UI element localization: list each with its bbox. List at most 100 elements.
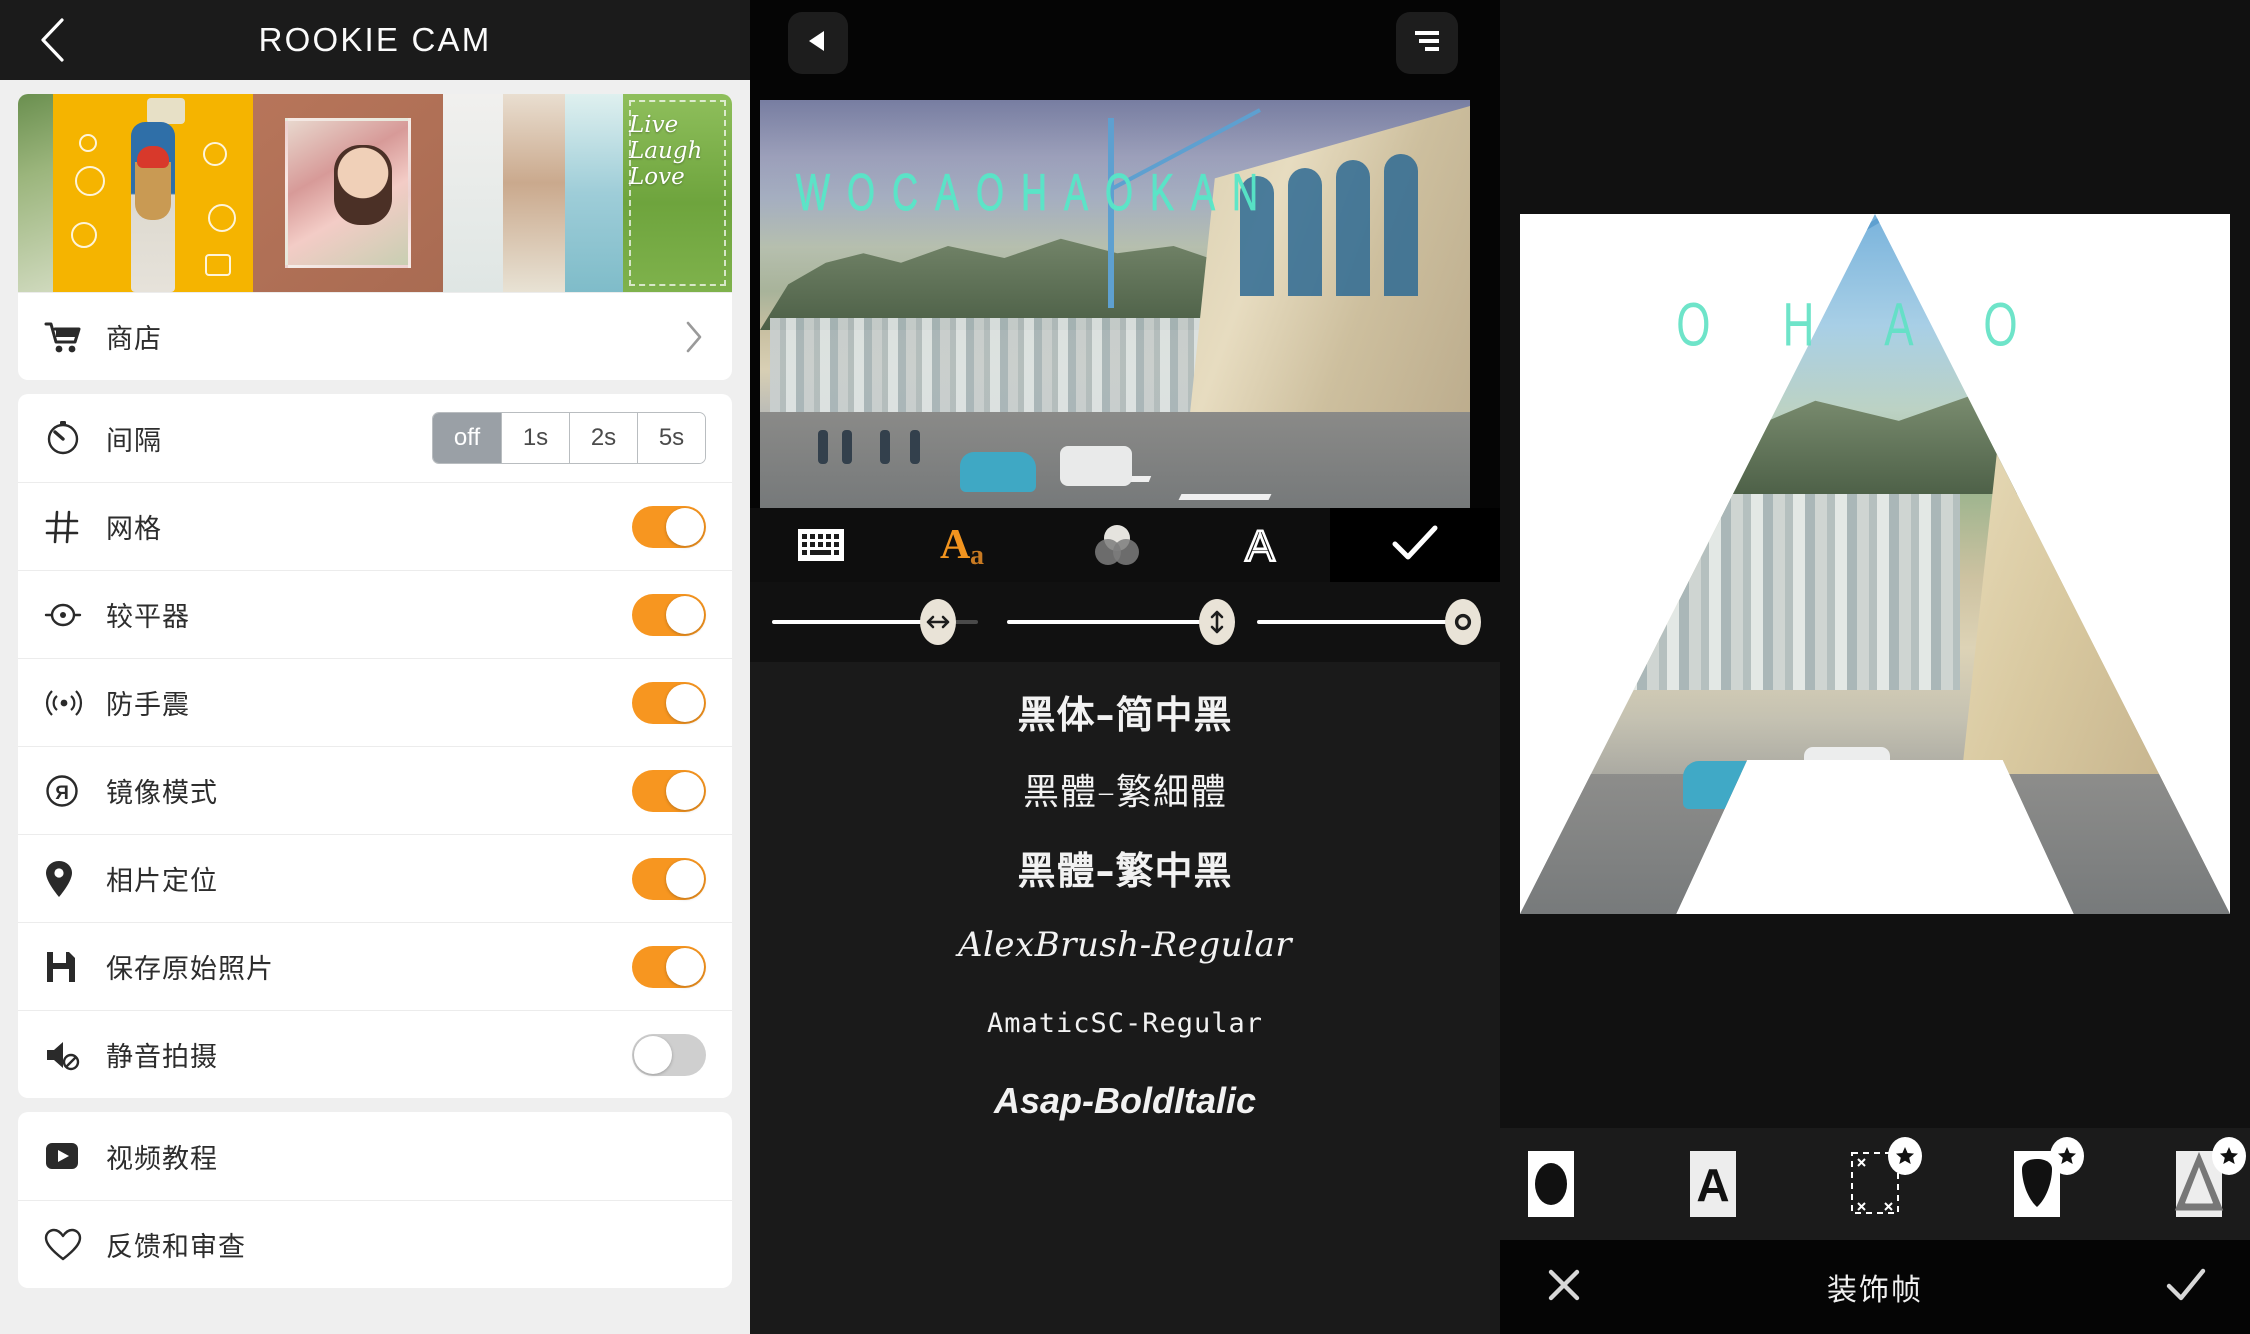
banner-slide-0	[18, 94, 53, 292]
app-screen: ROOKIE CAM Live Laugh Love 商店 间隔 off 1s …	[0, 0, 2250, 1334]
mirror-icon: R	[44, 773, 106, 809]
editor-back-button[interactable]	[788, 12, 848, 74]
slider-track-filled	[772, 620, 924, 624]
font-option[interactable]: AmaticSC-Regular	[750, 984, 1500, 1062]
shop-card: Live Laugh Love 商店	[18, 94, 732, 380]
svg-text:a: a	[970, 540, 984, 568]
setting-row-geotag[interactable]: 相片定位	[18, 834, 732, 922]
sidebar-item-feedback[interactable]: 反馈和审查	[18, 1200, 732, 1288]
text-align-right-icon	[1411, 26, 1443, 61]
font-option[interactable]: 黑體–繁中黑	[750, 828, 1500, 906]
doodle-icon	[203, 142, 227, 166]
setting-row-silent[interactable]: 静音拍摄	[18, 1010, 732, 1098]
font-Aa-icon[interactable]: A a	[938, 522, 998, 568]
outline-A-icon[interactable]: A	[1236, 522, 1284, 568]
doodle-icon	[71, 222, 97, 248]
setting-row-level[interactable]: 较平器	[18, 570, 732, 658]
text-align-button[interactable]	[1396, 12, 1458, 74]
sidebar-item-shop[interactable]: 商店	[18, 292, 732, 380]
blue-car-shape	[960, 452, 1036, 492]
white-van-shape	[1060, 446, 1132, 486]
setting-row-grid[interactable]: 网格	[18, 482, 732, 570]
slider-handle[interactable]	[920, 599, 956, 645]
editor-toolbar	[750, 0, 1500, 100]
grid-toggle[interactable]	[632, 505, 706, 548]
keyboard-icon[interactable]	[797, 527, 845, 563]
shape-circle-icon[interactable]	[1506, 1141, 1596, 1227]
poster-figure-hair	[135, 162, 171, 220]
settings-panel: ROOKIE CAM Live Laugh Love 商店 间隔 off 1s …	[0, 0, 750, 1334]
svg-text:A: A	[1245, 522, 1275, 568]
doodle-icon	[208, 204, 236, 232]
font-option[interactable]: Asap-BoldItalic	[750, 1062, 1500, 1140]
pedestrian-shape	[842, 430, 852, 464]
frame-tool-bar: A	[1500, 1128, 2250, 1240]
text-sliders	[750, 582, 1500, 662]
interval-option-off[interactable]: off	[433, 413, 501, 463]
setting-row-save-original[interactable]: 保存原始照片	[18, 922, 732, 1010]
back-button[interactable]	[18, 0, 88, 80]
help-card: 视频教程 反馈和审查	[18, 1112, 732, 1288]
canvas-area: O H A O	[1500, 0, 2250, 1128]
silent-toggle[interactable]	[632, 1033, 706, 1076]
setting-row-stabilizer[interactable]: 防手震	[18, 658, 732, 746]
save-icon	[44, 949, 106, 985]
setting-row-mirror[interactable]: R 镜像模式	[18, 746, 732, 834]
sparkle-frame-icon[interactable]	[1830, 1137, 1922, 1227]
banner-slide-5	[565, 94, 623, 292]
doodle-icon	[75, 166, 105, 196]
toggle-knob	[666, 507, 704, 546]
collage-photo	[285, 118, 411, 268]
toggle-knob	[666, 595, 704, 634]
font-list[interactable]: 黑体–简中黑 黑體–繁細體 黑體–繁中黑 AlexBrush-Regular A…	[750, 662, 1500, 1334]
font-option[interactable]: AlexBrush-Regular	[750, 906, 1500, 984]
confirm-frame-button[interactable]	[2156, 1266, 2216, 1309]
level-toggle[interactable]	[632, 593, 706, 636]
setting-row-interval[interactable]: 间隔 off 1s 2s 5s	[18, 394, 732, 482]
color-blend-icon[interactable]	[1091, 521, 1143, 569]
close-x-icon	[1545, 1266, 1583, 1309]
save-original-toggle[interactable]	[632, 945, 706, 988]
letter-spacing-slider[interactable]	[772, 599, 981, 645]
video-tutorial-label: 视频教程	[106, 1143, 218, 1175]
editor-tool-bar: A a A	[750, 508, 1500, 582]
settings-header: ROOKIE CAM	[0, 0, 750, 80]
poster-figure-hat	[137, 146, 169, 168]
crane-arm-shape	[1859, 214, 1992, 233]
sidebar-item-video-tutorial[interactable]: 视频教程	[18, 1112, 732, 1200]
svg-text:A: A	[1696, 1159, 1729, 1211]
interval-option-2s[interactable]: 2s	[569, 413, 637, 463]
interval-option-5s[interactable]: 5s	[637, 413, 705, 463]
check-icon	[1390, 522, 1440, 569]
promo-banner[interactable]: Live Laugh Love	[18, 94, 732, 292]
slider-track-filled	[1007, 620, 1204, 624]
frame-bar-title: 装饰帧	[1827, 1273, 1923, 1308]
shield-shape-icon[interactable]	[1992, 1137, 2084, 1227]
letter-mask-canvas[interactable]: O H A O	[1520, 214, 2230, 914]
confirm-text-button[interactable]	[1330, 522, 1500, 569]
doodle-icon	[79, 134, 97, 152]
opacity-slider[interactable]	[1257, 599, 1482, 645]
toggle-knob	[666, 771, 704, 810]
photo-preview[interactable]: WOCAOHAOKAN	[760, 100, 1470, 508]
mute-icon	[44, 1038, 106, 1072]
triangle-shape-icon[interactable]	[2154, 1137, 2246, 1227]
interval-segmented-control[interactable]: off 1s 2s 5s	[432, 412, 706, 464]
font-option[interactable]: 黑体–简中黑	[750, 672, 1500, 750]
photo-overlay-text[interactable]: WOCAOHAOKAN	[796, 162, 1275, 223]
svg-text:R: R	[55, 783, 69, 804]
mirror-toggle[interactable]	[632, 769, 706, 812]
camera-settings-card: 间隔 off 1s 2s 5s 网格 较平器 防手震 R 镜像模式 相片定位 保…	[18, 394, 732, 1098]
premium-star-badge	[2212, 1137, 2246, 1175]
stabilizer-toggle[interactable]	[632, 681, 706, 724]
line-height-slider[interactable]	[1007, 599, 1236, 645]
slider-handle[interactable]	[1199, 599, 1236, 645]
slider-handle[interactable]	[1445, 599, 1482, 645]
lane-marking	[1916, 844, 2030, 851]
banner-promo-text: Live Laugh Love	[629, 112, 703, 190]
cancel-frame-button[interactable]	[1534, 1266, 1594, 1309]
font-option[interactable]: 黑體–繁細體	[750, 750, 1500, 828]
interval-option-1s[interactable]: 1s	[501, 413, 569, 463]
shape-letter-A-icon[interactable]: A	[1668, 1141, 1758, 1227]
geotag-toggle[interactable]	[632, 857, 706, 900]
